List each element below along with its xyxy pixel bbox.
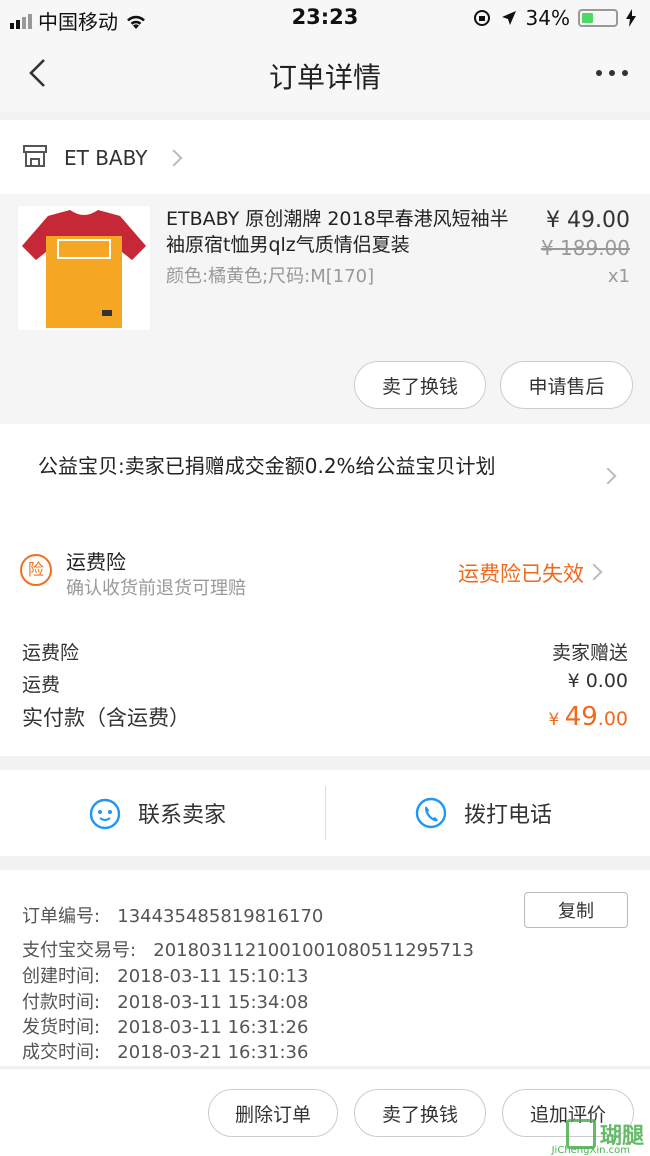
status-bar: 中国移动 23:23 34%	[0, 0, 650, 36]
chevron-right-icon	[585, 563, 603, 581]
status-right: 34%	[472, 6, 636, 30]
alipay-number: 2018031121001001080511295713	[153, 940, 474, 961]
delete-order-button[interactable]: 删除订单	[208, 1089, 338, 1137]
paid-time-line: 付款时间: 2018-03-11 15:34:08	[22, 992, 309, 1013]
after-sale-button[interactable]: 申请售后	[500, 361, 633, 409]
product-price: ¥ 49.00	[546, 208, 630, 233]
shop-icon	[23, 145, 47, 167]
battery-icon	[578, 9, 618, 27]
insurance-status: 运费险已失效	[458, 562, 584, 586]
contact-bar: 联系卖家 拨打电话	[0, 770, 650, 856]
order-number-label: 订单编号:	[22, 906, 101, 927]
summary-value: ¥ 0.00	[567, 670, 628, 692]
payment-summary: 运费险 卖家赠送 运费 ¥ 0.00 实付款（含运费） ¥ 49.00	[0, 620, 650, 756]
summary-row: 运费 ¥ 0.00	[22, 670, 628, 697]
shop-name: ET BABY	[64, 146, 148, 170]
chevron-right-icon	[599, 467, 617, 485]
alipay-line: 支付宝交易号: 2018031121001001080511295713	[22, 940, 474, 961]
contact-seller-label: 联系卖家	[138, 803, 227, 828]
phone-icon	[415, 797, 447, 829]
insurance-title: 运费险	[66, 550, 126, 574]
resell-button[interactable]: 卖了换钱	[354, 1089, 486, 1137]
shipping-insurance-row[interactable]: 险 运费险 确认收货前退货可理赔 运费险已失效	[0, 524, 650, 620]
location-icon	[501, 11, 516, 25]
shipped-time-line: 发货时间: 2018-03-11 16:31:26	[22, 1017, 309, 1038]
call-button[interactable]: 拨打电话	[414, 770, 552, 856]
quantity: x1	[607, 266, 630, 287]
order-item[interactable]: ETBABY 原创潮牌 2018早春港风短袖半袖原宿t恤男qlz气质情侣夏装 颜…	[0, 194, 650, 424]
orientation-lock-icon	[473, 10, 490, 26]
order-number-line[interactable]: 订单编号: 134435485819816170	[22, 902, 323, 928]
completed-time-line: 成交时间: 2018-03-21 16:31:36	[22, 1042, 309, 1063]
product-image[interactable]	[18, 206, 150, 330]
charity-text: 公益宝贝:卖家已捐赠成交金额0.2%给公益宝贝计划	[38, 454, 496, 478]
summary-label: 运费	[22, 674, 61, 696]
nav-bar: 订单详情	[0, 36, 650, 112]
more-icon[interactable]	[596, 70, 628, 76]
resell-button[interactable]: 卖了换钱	[354, 361, 486, 409]
summary-row: 运费险 卖家赠送	[22, 638, 628, 665]
product-sku: 颜色:橘黄色;尺码:M[170]	[166, 266, 375, 287]
page-title: 订单详情	[268, 61, 381, 94]
watermark-url: JiChengXin.com	[551, 1145, 630, 1156]
call-label: 拨打电话	[464, 803, 553, 828]
shop-row[interactable]: ET BABY	[0, 120, 650, 194]
charity-row[interactable]: 公益宝贝:卖家已捐赠成交金额0.2%给公益宝贝计划	[0, 424, 650, 524]
summary-value: 卖家赠送	[551, 642, 628, 664]
product-title[interactable]: ETBABY 原创潮牌 2018早春港风短袖半袖原宿t恤男qlz气质情侣夏装	[166, 206, 526, 258]
original-price: ¥ 189.00	[540, 236, 630, 260]
action-bar: 删除订单 卖了换钱 追加评价 瑚腿 JiChengXin.com	[0, 1068, 650, 1156]
total-row: 实付款（含运费） ¥ 49.00	[22, 702, 628, 732]
battery-percent: 34%	[525, 6, 570, 30]
order-info: 订单编号: 134435485819816170 复制 支付宝交易号: 2018…	[0, 870, 650, 1066]
insurance-subtitle: 确认收货前退货可理赔	[66, 578, 246, 599]
tshirt-image	[22, 210, 146, 328]
contact-seller-button[interactable]: 联系卖家	[88, 770, 226, 856]
chevron-right-icon	[165, 149, 183, 167]
charging-icon	[626, 9, 636, 27]
total-value: ¥ 49.00	[548, 702, 628, 732]
order-number: 134435485819816170	[117, 906, 324, 927]
created-time-line: 创建时间: 2018-03-11 15:10:13	[22, 966, 309, 987]
chat-icon	[89, 798, 121, 830]
copy-button[interactable]: 复制	[524, 892, 628, 928]
insurance-icon: 险	[20, 554, 52, 586]
summary-label: 运费险	[22, 642, 80, 664]
divider	[325, 786, 326, 840]
total-label: 实付款（含运费）	[22, 706, 190, 730]
